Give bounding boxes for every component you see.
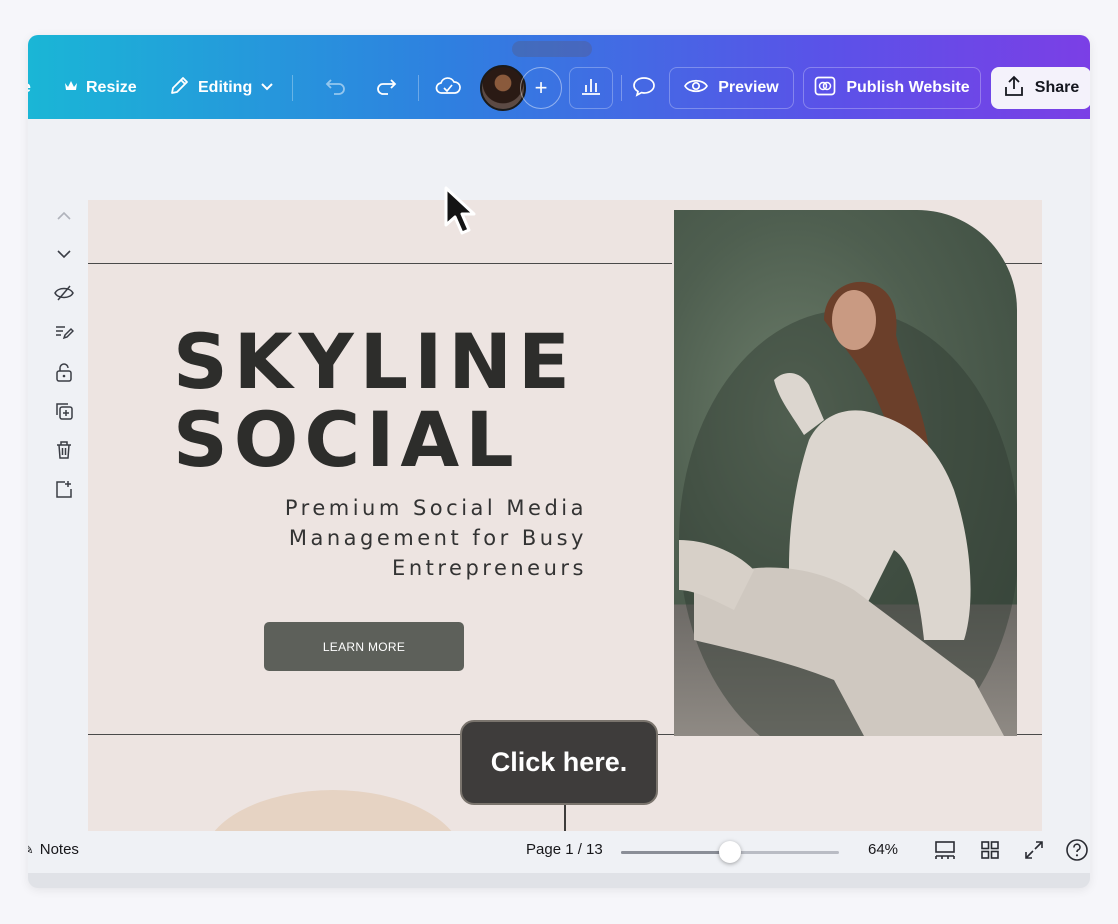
pencil-icon xyxy=(168,75,190,102)
undo-button[interactable] xyxy=(318,67,354,109)
move-page-up-button[interactable] xyxy=(52,205,76,229)
comment-button[interactable] xyxy=(626,67,662,109)
fullscreen-icon xyxy=(1024,840,1044,864)
preview-button[interactable]: Preview xyxy=(669,67,794,109)
mouse-cursor-icon xyxy=(442,185,486,244)
top-toolbar: e Resize Editing xyxy=(28,35,1090,119)
toolbar-divider xyxy=(418,75,419,101)
tooltip-text: Click here. xyxy=(490,747,628,777)
share-button[interactable]: Share xyxy=(991,67,1090,109)
learn-more-button[interactable]: LEARN MORE xyxy=(264,622,464,671)
preview-label: Preview xyxy=(718,79,779,96)
undo-icon xyxy=(325,77,347,100)
chevron-down-icon xyxy=(260,79,274,97)
redo-icon xyxy=(375,77,397,100)
bottom-status-bar: ✎ Notes Page 1 / 13 64% xyxy=(28,831,1090,873)
tagline-line: Premium Social Media xyxy=(284,496,587,520)
duplicate-page-button[interactable] xyxy=(52,401,76,425)
notes-button[interactable]: ✎ Notes xyxy=(28,841,79,858)
resize-button[interactable]: Resize xyxy=(64,69,137,107)
publish-label: Publish Website xyxy=(846,79,970,96)
zoom-slider-thumb[interactable] xyxy=(719,841,741,863)
redo-button[interactable] xyxy=(368,67,404,109)
delete-page-button[interactable] xyxy=(52,440,76,464)
insights-button[interactable] xyxy=(569,67,613,109)
toolbar-divider xyxy=(292,75,293,101)
zoom-level[interactable]: 64% xyxy=(868,841,898,858)
toolbar-divider xyxy=(621,75,622,101)
editing-label: Editing xyxy=(198,79,253,96)
thumbnail-view-icon xyxy=(934,840,956,864)
hide-page-button[interactable] xyxy=(52,283,76,307)
save-status-button[interactable] xyxy=(430,67,466,109)
add-collaborator-button[interactable]: + xyxy=(520,67,562,109)
help-button[interactable] xyxy=(1065,838,1089,866)
headline-line: SKYLINE xyxy=(173,317,576,406)
page-indicator-label: Page 1 / 13 xyxy=(526,841,603,858)
plus-icon: + xyxy=(534,75,548,100)
window-bottom-edge xyxy=(28,873,1090,888)
duplicate-icon xyxy=(54,401,74,426)
publish-website-button[interactable]: Publish Website xyxy=(803,67,981,109)
learn-more-label: LEARN MORE xyxy=(322,639,406,654)
crown-icon xyxy=(64,79,78,97)
click-here-tooltip: Click here. xyxy=(460,720,658,805)
trash-icon xyxy=(55,440,73,465)
add-page-button[interactable] xyxy=(52,479,76,503)
zoom-level-label: 64% xyxy=(868,841,899,858)
resize-label: Resize xyxy=(86,79,137,96)
headline-line: SOCIAL xyxy=(173,395,520,484)
share-upload-icon xyxy=(1003,75,1025,102)
page-indicator[interactable]: Page 1 / 13 xyxy=(526,841,603,858)
move-page-down-button[interactable] xyxy=(52,243,76,267)
chevron-down-icon xyxy=(56,246,72,264)
grid-view-button[interactable] xyxy=(978,840,1002,864)
editor-window: e Resize Editing xyxy=(28,35,1090,888)
help-icon xyxy=(1065,838,1089,866)
tagline-line: Entrepreneurs xyxy=(392,556,587,580)
page-notes-button[interactable] xyxy=(52,322,76,346)
editing-mode-dropdown[interactable]: Editing xyxy=(168,69,274,107)
notes-label: Notes xyxy=(39,841,79,858)
zoom-slider-fill xyxy=(621,851,730,854)
lock-page-button[interactable] xyxy=(52,362,76,386)
fullscreen-button[interactable] xyxy=(1022,840,1046,864)
bar-chart-icon xyxy=(580,76,602,101)
share-label: Share xyxy=(1034,79,1080,96)
top-rule-left xyxy=(88,263,672,264)
tagline-text[interactable]: Premium Social Media Management for Busy… xyxy=(207,493,587,583)
file-menu-fragment[interactable]: e xyxy=(28,79,31,97)
add-page-icon xyxy=(54,479,74,504)
chevron-up-icon xyxy=(56,208,72,226)
cloud-check-icon xyxy=(435,76,461,101)
eye-hide-icon xyxy=(54,285,74,306)
lock-icon xyxy=(55,362,73,387)
hero-photo[interactable] xyxy=(674,210,1017,736)
publish-icon xyxy=(814,76,836,101)
tagline-line: Management for Busy xyxy=(288,526,587,550)
model-illustration xyxy=(679,281,1017,736)
thumbnail-view-button[interactable] xyxy=(933,840,957,864)
notes-icon: ✎ xyxy=(28,841,34,858)
headline-text[interactable]: SKYLINE SOCIAL xyxy=(173,323,576,479)
notes-edit-icon xyxy=(54,323,75,346)
window-drag-handle[interactable] xyxy=(512,41,592,57)
grid-view-icon xyxy=(980,840,1000,864)
eye-icon xyxy=(684,78,709,99)
comment-icon xyxy=(632,75,656,102)
